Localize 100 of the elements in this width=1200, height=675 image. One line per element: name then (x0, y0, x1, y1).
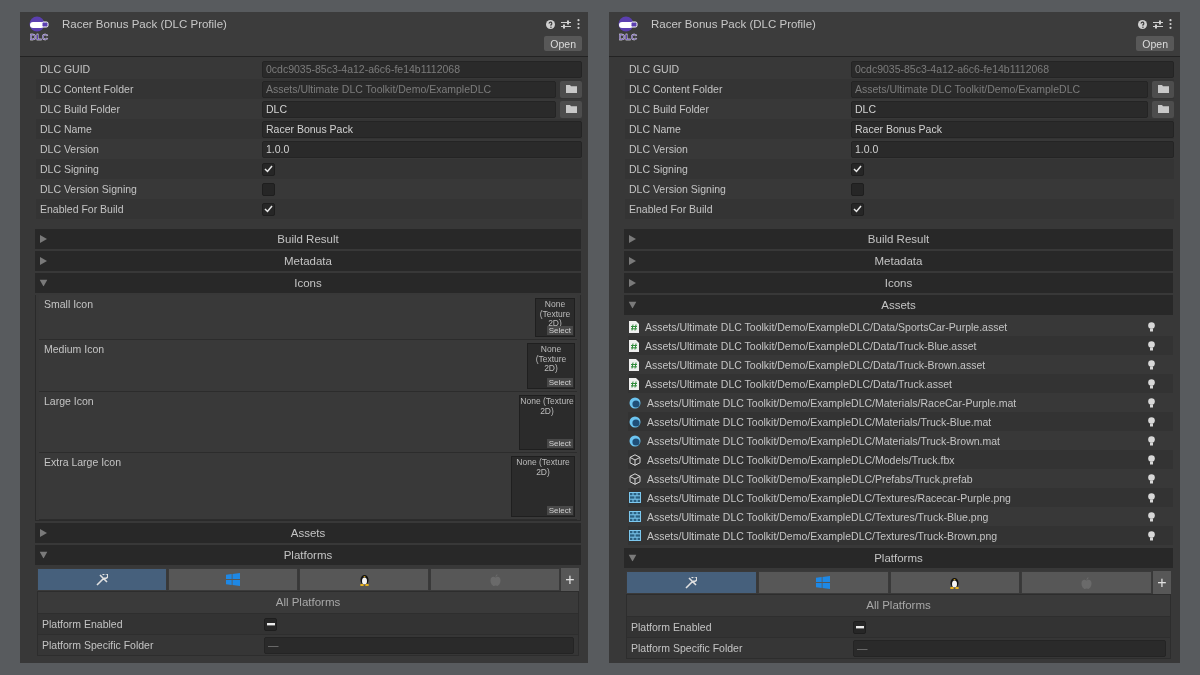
texture-slot[interactable]: None (Texture 2D) Select (527, 343, 575, 389)
select-button[interactable]: Select (546, 506, 573, 515)
checkbox[interactable] (851, 182, 864, 196)
foldout-header[interactable]: Metadata (624, 251, 1173, 271)
text-field[interactable]: 1.0.0 (851, 140, 1174, 158)
asset-path[interactable]: Assets/Ultimate DLC Toolkit/Demo/ExampleDLC/Data/Truck-Brown.asset (645, 358, 1142, 371)
checkbox[interactable] (262, 162, 275, 176)
folder-button[interactable] (560, 100, 582, 118)
foldout-header[interactable]: Icons (35, 273, 581, 293)
open-button[interactable]: Open (544, 36, 582, 51)
icon-slot-label: Medium Icon (44, 343, 105, 355)
foldout-header[interactable]: Assets (35, 523, 581, 543)
open-button[interactable]: Open (1136, 36, 1174, 51)
folder-button[interactable] (560, 80, 582, 98)
script-file-icon (629, 339, 639, 352)
text-field[interactable]: 1.0.0 (262, 140, 582, 158)
foldout-header[interactable]: Assets (624, 295, 1173, 315)
lightbulb-icon[interactable] (1148, 511, 1155, 522)
image-grid-icon (629, 511, 641, 522)
cube-icon (629, 453, 641, 466)
lightbulb-icon[interactable] (1148, 473, 1155, 484)
menu-icon[interactable] (577, 19, 580, 29)
checkbox[interactable] (262, 182, 275, 196)
field-label: DLC Signing (629, 163, 689, 175)
logo-icon (28, 16, 50, 32)
add-button[interactable]: + (1153, 571, 1171, 594)
checkbox[interactable] (851, 162, 864, 176)
platform-tab[interactable] (757, 571, 889, 594)
lightbulb-icon[interactable] (1148, 340, 1155, 351)
icon-slot-label: Large Icon (44, 395, 94, 407)
dash-icon (855, 625, 864, 629)
foldout-header[interactable]: Build Result (624, 229, 1173, 249)
foldout-header[interactable]: Metadata (35, 251, 581, 271)
lightbulb-icon[interactable] (1148, 359, 1155, 370)
lightbulb-icon[interactable] (1148, 530, 1155, 541)
select-button[interactable]: Select (546, 439, 573, 448)
folder-button[interactable] (1152, 80, 1174, 98)
logo-text: DLC (29, 32, 49, 42)
foldout-header[interactable]: Icons (624, 273, 1173, 293)
select-button[interactable]: Select (546, 378, 573, 387)
lightbulb-icon[interactable] (1148, 416, 1155, 427)
text-field[interactable]: DLC (851, 100, 1148, 118)
texture-slot[interactable]: None (Texture 2D) Select (519, 395, 575, 450)
field-label: DLC Signing (40, 163, 100, 175)
slot-value: None (Texture 2D) (534, 344, 568, 374)
checkbox[interactable] (853, 620, 866, 634)
foldout-header[interactable]: Build Result (35, 229, 581, 249)
script-file-icon (629, 358, 639, 371)
field-label: DLC Build Folder (40, 103, 121, 115)
texture-slot[interactable]: None (Texture 2D) Select (511, 456, 575, 517)
asset-path[interactable]: Assets/Ultimate DLC Toolkit/Demo/ExampleDLC/Data/SportsCar-Purple.asset (645, 320, 1142, 333)
windows-icon (816, 576, 831, 589)
field-label: DLC Name (629, 123, 682, 135)
sliders-icon[interactable] (561, 19, 571, 29)
field-label: Platform Specific Folder (631, 642, 744, 654)
section-subtitle: All Platforms (38, 592, 578, 613)
field-label: DLC Version Signing (629, 183, 727, 195)
asset-path[interactable]: Assets/Ultimate DLC Toolkit/Demo/ExampleDLC/Prefabs/Truck.prefab (647, 472, 1142, 485)
folder-button[interactable] (1152, 100, 1174, 118)
checkbox[interactable] (851, 202, 864, 216)
text-field[interactable]: — (853, 639, 1166, 657)
sliders-icon[interactable] (1153, 19, 1163, 29)
lightbulb-icon[interactable] (1148, 454, 1155, 465)
field-label: DLC Content Folder (40, 83, 135, 95)
lightbulb-icon[interactable] (1148, 492, 1155, 503)
text-field[interactable]: Racer Bonus Pack (262, 120, 582, 138)
field-label: Platform Enabled (631, 621, 713, 633)
foldout-header[interactable]: Platforms (35, 545, 581, 565)
field-label: DLC Version (629, 143, 689, 155)
lightbulb-icon[interactable] (1148, 435, 1155, 446)
help-icon[interactable] (546, 19, 555, 29)
penguin-icon (949, 576, 961, 589)
logo-text: DLC (618, 32, 638, 42)
text-field[interactable]: Racer Bonus Pack (851, 120, 1174, 138)
script-file-icon (629, 320, 639, 333)
icon-slot-label: Extra Large Icon (44, 456, 122, 468)
field-label: Platform Specific Folder (42, 639, 155, 651)
field-label: Enabled For Build (40, 203, 125, 215)
cube-icon (629, 472, 641, 485)
menu-icon[interactable] (1169, 19, 1172, 29)
add-button[interactable]: + (561, 568, 579, 591)
sphere-icon (629, 434, 641, 447)
foldout-header[interactable]: Platforms (624, 548, 1173, 568)
asset-path[interactable]: Assets/Ultimate DLC Toolkit/Demo/ExampleDLC/Materials/Truck-Brown.mat (647, 434, 1142, 447)
asset-path[interactable]: Assets/Ultimate DLC Toolkit/Demo/ExampleDLC/Textures/Truck-Blue.png (647, 510, 1142, 523)
platform-tab[interactable] (168, 568, 298, 591)
select-button[interactable]: Select (546, 326, 573, 335)
penguin-icon (358, 573, 370, 586)
field-label: DLC Version Signing (40, 183, 138, 195)
lightbulb-icon[interactable] (1148, 321, 1155, 332)
checkbox[interactable] (262, 202, 275, 216)
text-field[interactable]: — (264, 636, 574, 654)
asset-path[interactable]: Assets/Ultimate DLC Toolkit/Demo/ExampleDLC/Materials/RaceCar-Purple.mat (647, 396, 1142, 409)
field-label: DLC Name (40, 123, 93, 135)
checkbox[interactable] (264, 617, 277, 631)
script-file-icon (629, 377, 639, 390)
help-icon[interactable] (1138, 19, 1147, 29)
text-field[interactable]: DLC (262, 100, 556, 118)
lightbulb-icon[interactable] (1148, 397, 1155, 408)
lightbulb-icon[interactable] (1148, 378, 1155, 389)
